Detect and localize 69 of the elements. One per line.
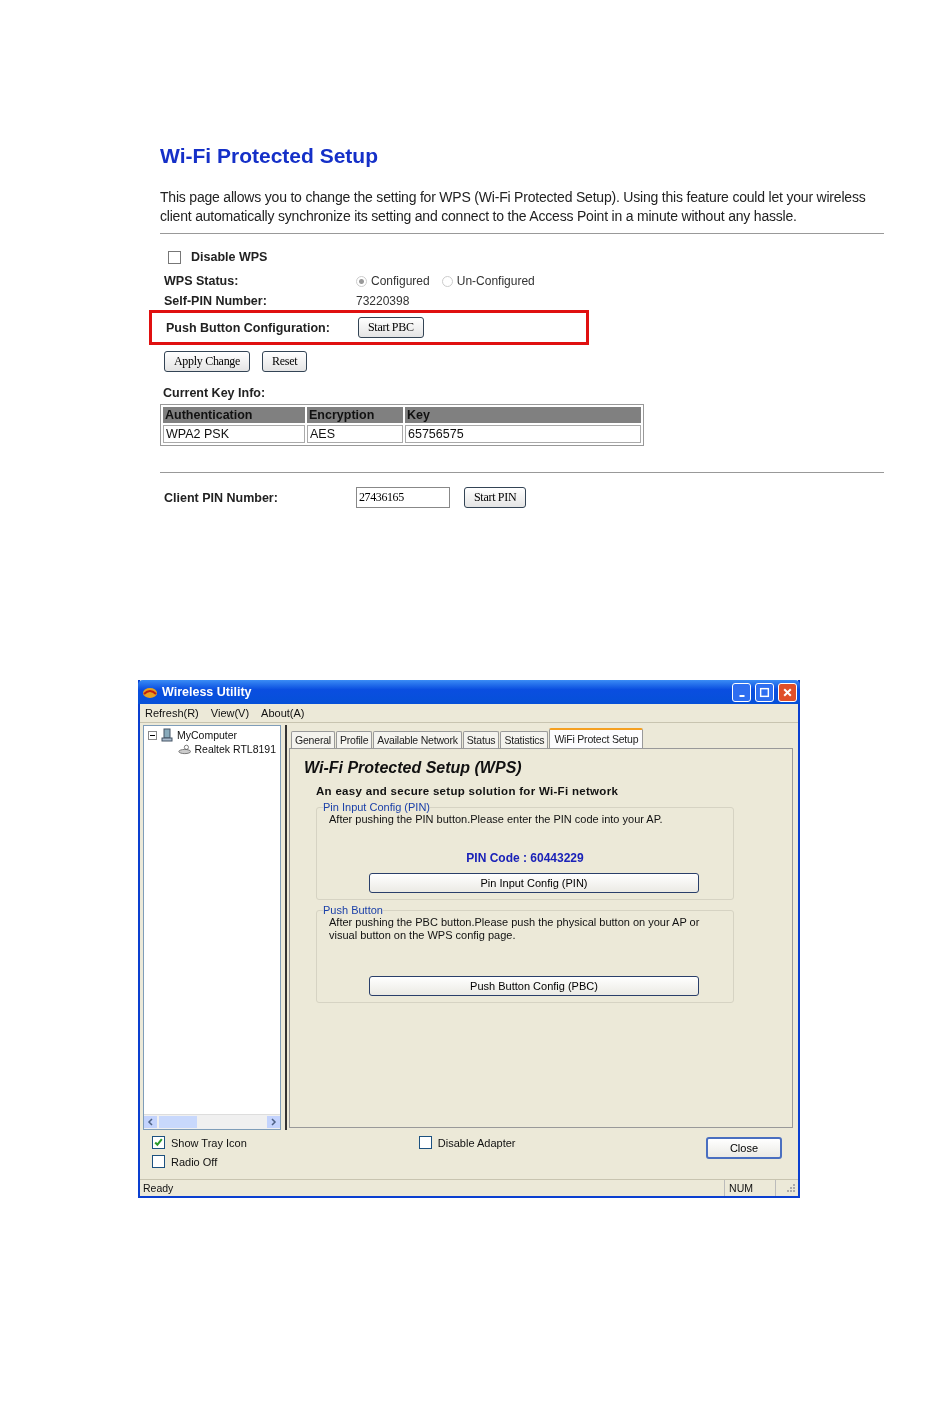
checkbox-label: Disable WPS bbox=[191, 250, 268, 264]
expander-icon[interactable] bbox=[148, 730, 157, 740]
page-title: Wi-Fi Protected Setup bbox=[160, 144, 379, 168]
tab[interactable]: WiFi Protect Setup bbox=[549, 728, 644, 748]
radio-label: Un-Configured bbox=[456, 274, 535, 288]
scroll-left-icon[interactable] bbox=[144, 1116, 157, 1128]
pin-value: 73220398 bbox=[356, 294, 410, 308]
column-header: Encryption bbox=[307, 407, 403, 423]
pin-button[interactable]: Pin Input Config (PIN) bbox=[369, 873, 699, 893]
menu-item[interactable]: View(V) bbox=[210, 707, 250, 719]
column-header: Authentication bbox=[163, 407, 305, 423]
tab[interactable]: Statistics bbox=[500, 731, 549, 748]
window-title: Wireless Utility bbox=[162, 685, 252, 699]
panel-title: Wi-Fi Protected Setup (WPS) bbox=[304, 759, 523, 777]
close-dialog-button[interactable]: Close bbox=[705, 1137, 782, 1159]
close-icon bbox=[782, 686, 793, 698]
pbc-button[interactable]: Push Button Config (PBC) bbox=[369, 976, 699, 996]
field-label: Push Button Configuration: bbox=[166, 320, 331, 335]
checkbox[interactable] bbox=[152, 1136, 165, 1149]
scroll-right-icon[interactable] bbox=[267, 1116, 280, 1128]
tab[interactable]: Available Network bbox=[373, 731, 462, 748]
checkbox[interactable] bbox=[168, 250, 181, 264]
status-indicator: NUM bbox=[724, 1180, 776, 1196]
start-pin-button[interactable]: Start PIN bbox=[464, 487, 527, 508]
panel-subtitle: An easy and secure setup solution for Wi-Fi network bbox=[316, 785, 620, 797]
checkbox-label: Disable Adapter bbox=[437, 1136, 516, 1149]
field-label: Self-PIN Number: bbox=[164, 294, 268, 308]
scroll-bar[interactable] bbox=[144, 1114, 280, 1129]
computer-icon bbox=[160, 728, 174, 742]
tab[interactable]: Status bbox=[462, 731, 500, 748]
maximize-button[interactable] bbox=[755, 682, 774, 702]
tree-item[interactable]: Realtek RTL8191 bbox=[194, 743, 276, 755]
field-label: WPS Status: bbox=[164, 274, 240, 288]
checkbox[interactable] bbox=[152, 1155, 165, 1168]
checkbox-label: Show Tray Icon bbox=[171, 1136, 247, 1149]
app-icon bbox=[142, 685, 158, 699]
instruction-text: After pushing the PBC button.Please push the physical button on your AP or visual button on the WPS config page. bbox=[329, 916, 701, 942]
status-text: Ready bbox=[143, 1182, 174, 1194]
table-cell: 65756575 bbox=[405, 425, 641, 443]
menu-item[interactable]: About(A) bbox=[261, 707, 305, 719]
group-title: Push Button bbox=[323, 904, 383, 916]
radio-button[interactable] bbox=[356, 275, 367, 287]
maximize-icon bbox=[759, 686, 770, 698]
minimize-icon bbox=[738, 695, 745, 697]
menu-item[interactable]: Refresh(R) bbox=[145, 707, 199, 719]
section-label: Current Key Info: bbox=[163, 386, 267, 400]
instruction-text: After pushing the PIN button.Please enter the PIN code into your AP. bbox=[329, 813, 664, 826]
pin-code: PIN Code : 60443229 bbox=[465, 851, 585, 865]
start-pbc-button[interactable]: Start PBC bbox=[358, 317, 424, 338]
description: This page allows you to change the setting for WPS (Wi-Fi Protected Setup). Using this feature could let your wireless client automatically synchronize its setting and connect to the Access Point in a minute without any hassle. bbox=[160, 188, 867, 225]
tree-item[interactable]: MyComputer bbox=[177, 729, 238, 741]
input-field[interactable]: 27436165 bbox=[356, 487, 450, 508]
radio-button[interactable] bbox=[441, 275, 453, 287]
minimize-button[interactable] bbox=[732, 682, 751, 702]
form-button[interactable]: Apply Change bbox=[164, 351, 251, 372]
group-title: Pin Input Config (PIN) bbox=[323, 801, 430, 813]
table-cell: AES bbox=[307, 425, 403, 443]
adapter-icon bbox=[178, 742, 192, 756]
column-header: Key bbox=[405, 407, 641, 423]
resize-grip-icon[interactable] bbox=[786, 1183, 796, 1193]
checkbox-label: Radio Off bbox=[171, 1155, 218, 1168]
tab[interactable]: Profile bbox=[335, 731, 373, 748]
close-button[interactable] bbox=[778, 682, 797, 702]
field-label: Client PIN Number: bbox=[164, 490, 279, 505]
tab[interactable]: General bbox=[291, 731, 335, 748]
radio-label: Configured bbox=[371, 274, 430, 288]
table-cell: WPA2 PSK bbox=[163, 425, 305, 443]
checkbox[interactable] bbox=[418, 1136, 432, 1149]
form-button[interactable]: Reset bbox=[262, 351, 308, 372]
